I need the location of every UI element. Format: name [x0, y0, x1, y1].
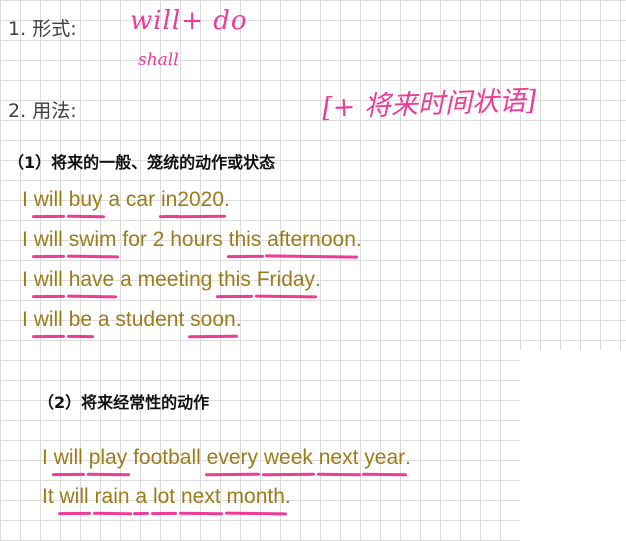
usage-title: 用法: — [32, 100, 77, 122]
subsection-2-title: （2）将来经常性的动作 — [38, 393, 210, 412]
example-sentence-1: I will buy a car in2020. — [22, 188, 230, 211]
handwritten-shall-note: shall — [138, 50, 179, 70]
example-sentence-3: I will have a meeting this Friday. — [22, 268, 321, 291]
form-number: 1. — [8, 18, 27, 40]
example-sentence-2: I will swim for 2 hours this afternoon. — [22, 228, 362, 251]
form-title: 形式: — [32, 18, 77, 40]
form-heading: 1. 形式: — [8, 14, 77, 41]
handwritten-time-adverbial-note: [+ 将来时间状语] — [321, 85, 537, 124]
handwritten-form-note: will+ do — [130, 6, 248, 36]
subsection-1-title: （1）将来的一般、笼统的动作或状态 — [8, 153, 276, 172]
example-sentence-6: It will rain a lot next month. — [42, 485, 291, 508]
example-sentence-5: I will play football every week next yea… — [42, 446, 411, 469]
usage-number: 2. — [8, 100, 27, 122]
usage-heading: 2. 用法: — [8, 96, 77, 123]
example-sentence-4: I will be a student soon. — [22, 308, 242, 331]
blank-area — [520, 350, 626, 541]
